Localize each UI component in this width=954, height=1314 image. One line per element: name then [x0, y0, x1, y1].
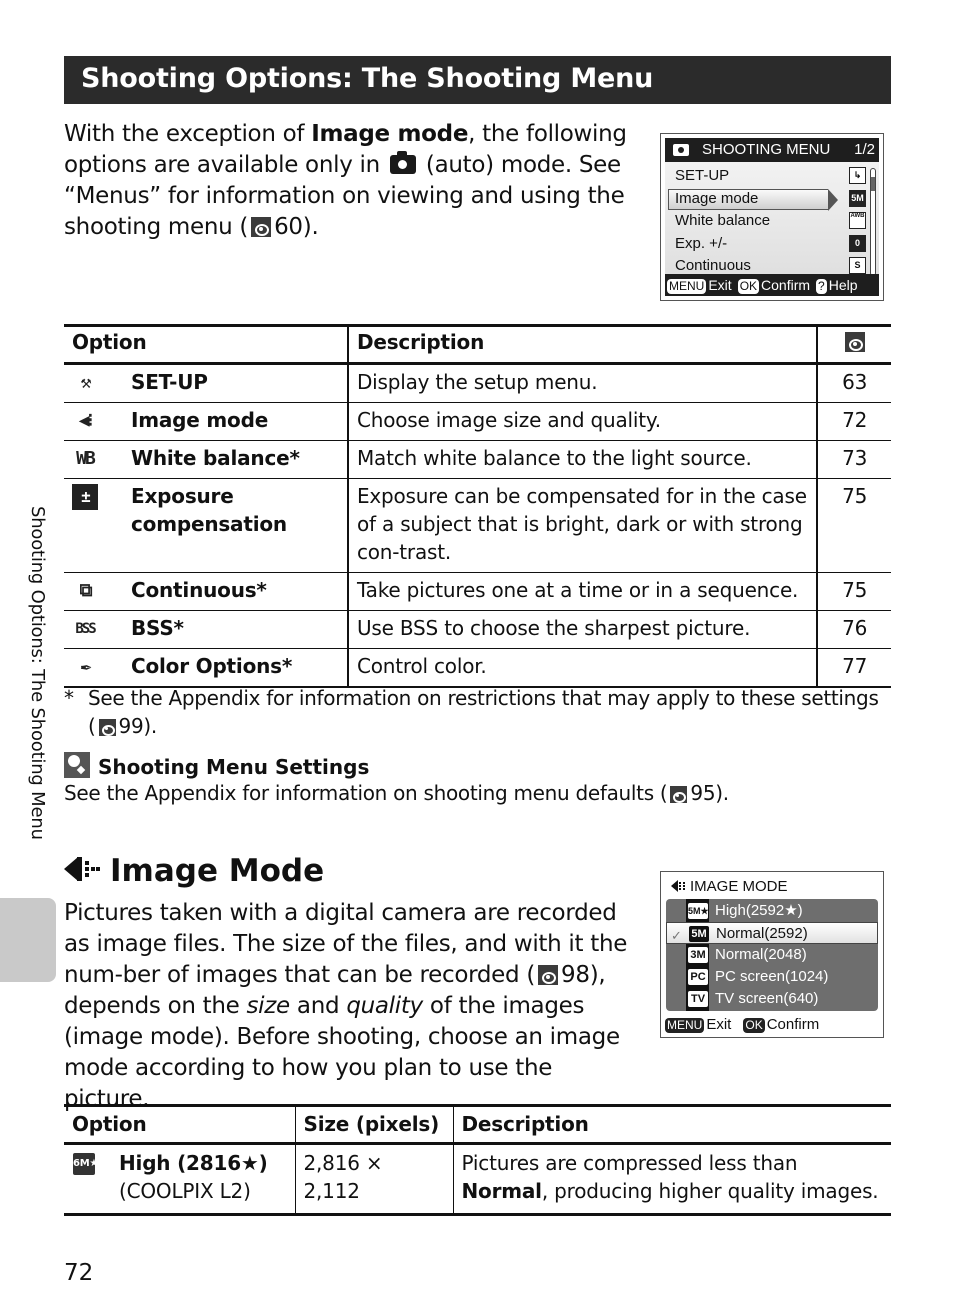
image-mode-option[interactable]: PC PC screen(1024) [666, 966, 878, 988]
lcd-header: SHOOTING MENU 1/2 [665, 138, 879, 162]
shooting-options-table: Option Description ⚒ SET-UP Display the s… [64, 324, 891, 688]
image-mode-option[interactable]: 3M Normal(2048) [666, 944, 878, 966]
column-header-description: Description [461, 1112, 589, 1136]
image-mode-option[interactable]: TV TV screen(640) [666, 988, 878, 1010]
page-number: 72 [64, 1260, 94, 1286]
reference-icon [844, 332, 865, 352]
bss-icon: BSS [75, 621, 96, 637]
white-balance-icon: WB [76, 448, 96, 469]
page-reference[interactable]: 75 [817, 478, 891, 573]
exposure-compensation-icon: ± [72, 484, 98, 510]
table-row: BSS BSS* Use BSS to choose the sharpest p… [64, 610, 891, 649]
awb-icon: AWB [849, 212, 866, 229]
reference-icon [251, 217, 272, 237]
image-mode-list: 5M★ High(2592★) ✓ 5M Normal(2592) 3M Normal(… [666, 899, 878, 1011]
table-row: ± Exposure compensation Exposure can be c… [64, 478, 891, 573]
magnifier-tip-icon [64, 752, 90, 778]
image-mode-screenshot: IMAGE MODE 5M★ High(2592★) ✓ 5M Normal(2592… [660, 871, 884, 1038]
page-reference[interactable]: 60 [274, 214, 303, 240]
scrollbar[interactable] [870, 168, 876, 276]
column-header-size: Size (pixels) [295, 1105, 454, 1144]
table-header-row: Option Size (pixels) Description [64, 1105, 891, 1144]
image-mode-paragraph: Pictures taken with a digital camera are… [64, 900, 628, 1112]
shooting-menu-screenshot: SHOOTING MENU 1/2 SET-UP Image mode Whit… [660, 133, 884, 301]
menu-key[interactable]: MENU [665, 1018, 705, 1033]
intro-paragraph: With the exception of Image mode, the fo… [64, 121, 627, 240]
size-badge-icon: 5M [689, 926, 709, 942]
exposure-zero-icon: 0 [849, 235, 866, 252]
page-reference[interactable]: 77 [817, 648, 891, 688]
column-header-option: Option [64, 325, 349, 364]
size-badge-icon: PC [688, 969, 708, 985]
reference-icon [98, 719, 116, 736]
lcd-footer: MENU Exit OK Confirm [665, 1016, 820, 1033]
lcd-footer: MENU Exit OK Confirm? Help [665, 274, 879, 296]
page-reference[interactable]: 95 [690, 781, 715, 805]
size-badge-icon: TV [688, 991, 708, 1007]
continuous-icon: ⧉ [79, 580, 93, 601]
table-row: ◀⁝ Image mode Choose image size and quali… [64, 402, 891, 441]
page-reference[interactable]: 76 [817, 610, 891, 649]
side-tab-label: Shooting Options: The Shooting Menu [27, 506, 48, 840]
table-row: ✒ Color Options* Control color. 77 [64, 648, 891, 688]
table-row: ⧉ Continuous* Take pictures one at a time… [64, 572, 891, 611]
scrollbar-thumb[interactable] [871, 177, 875, 191]
page-title: Shooting Options: The Shooting Menu [81, 63, 654, 94]
page-reference[interactable]: 75 [817, 572, 891, 611]
color-options-icon: ✒ [80, 656, 92, 677]
side-tab-marker [0, 898, 56, 982]
size-badge-icon: 5M★ [688, 903, 709, 919]
page-reference[interactable]: 63 [817, 363, 891, 403]
image-mode-option[interactable]: 5M★ High(2592★) [666, 900, 878, 922]
image-mode-icon [64, 854, 102, 884]
6m-high-icon: 6M★ [73, 1153, 98, 1175]
page-reference[interactable]: 98 [561, 962, 590, 988]
wrench-icon: ⚒ [80, 372, 92, 393]
table-row: 6M★ High (2816★) (COOLPIX L2) 2,816 × 2,11… [64, 1143, 891, 1216]
setup-icon: ↳ [849, 167, 866, 184]
tip-text: See the Appendix for information on shoo… [64, 781, 729, 805]
column-header-page [817, 326, 891, 364]
5m-icon: 5M [849, 190, 866, 207]
camera-icon [673, 144, 689, 156]
menu-key[interactable]: MENU [667, 279, 707, 294]
menu-item-exposure[interactable]: Exp. +/- [675, 233, 727, 255]
menu-item-setup[interactable]: SET-UP [675, 165, 729, 187]
tip-heading: Shooting Menu Settings [64, 752, 369, 779]
image-mode-option-selected[interactable]: ✓ 5M Normal(2592) [666, 922, 878, 944]
image-mode-table: Option Size (pixels) Description 6M★ High… [64, 1104, 891, 1216]
reference-icon [670, 786, 688, 803]
table-row: ⚒ SET-UP Display the setup menu. 63 [64, 363, 891, 403]
ok-key[interactable]: OK [737, 279, 760, 294]
section-title-bar: Shooting Options: The Shooting Menu [64, 56, 891, 104]
table-header-row: Option Description [64, 325, 891, 364]
menu-item-image-mode[interactable]: Image mode [675, 188, 758, 210]
image-mode-icon [671, 880, 685, 892]
page-reference[interactable]: 99 [119, 714, 144, 738]
table-row: WB White balance* Match white balance to … [64, 440, 891, 479]
column-header-description: Description [347, 325, 819, 364]
image-mode-icon: ◀⁝ [78, 410, 94, 431]
help-key[interactable]: ? [816, 279, 827, 294]
footnote: * See the Appendix for information on res… [64, 686, 879, 738]
lcd-title: IMAGE MODE [671, 878, 788, 895]
page-reference[interactable]: 72 [817, 402, 891, 441]
size-badge-icon: 3M [688, 947, 708, 963]
page-reference[interactable]: 73 [817, 440, 891, 479]
menu-item-white-balance[interactable]: White balance [675, 210, 770, 232]
reference-icon [538, 965, 559, 985]
single-icon: S [849, 257, 866, 274]
image-mode-heading: Image Mode [64, 853, 324, 889]
ok-key[interactable]: OK [743, 1018, 765, 1033]
camera-auto-icon [389, 151, 416, 174]
column-header-option: Option [64, 1105, 296, 1144]
